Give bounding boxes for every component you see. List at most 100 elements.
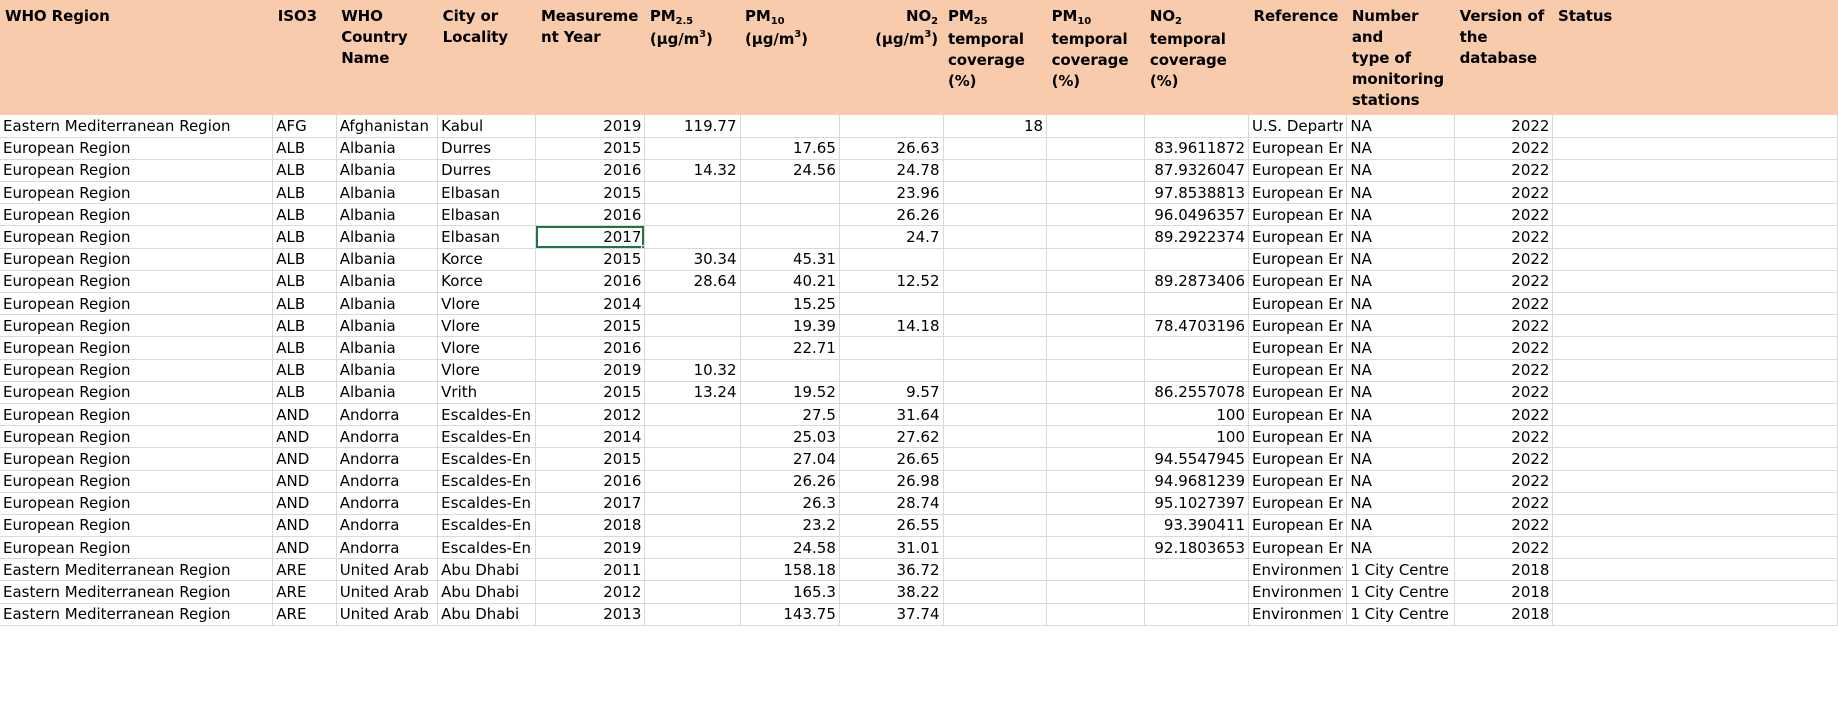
cell-db_version[interactable]: 2022 bbox=[1454, 536, 1554, 560]
cell-stations[interactable]: NA bbox=[1346, 514, 1456, 538]
cell-no2[interactable] bbox=[839, 248, 944, 271]
cell-pm10_cov[interactable] bbox=[1046, 558, 1146, 582]
cell-reference[interactable]: European Environment Agency bbox=[1248, 270, 1348, 294]
cell-no2_cov[interactable]: 93.390411 bbox=[1144, 514, 1250, 538]
cell-iso3[interactable]: AND bbox=[272, 425, 337, 449]
cell-reference[interactable]: European Environment Agency bbox=[1248, 292, 1348, 316]
cell-country[interactable]: United Arab Emirates bbox=[336, 603, 439, 626]
column-header-reference[interactable]: Reference bbox=[1248, 0, 1347, 115]
cell-year[interactable]: 2014 bbox=[535, 425, 646, 449]
cell-iso3[interactable]: ALB bbox=[272, 314, 337, 338]
cell-status[interactable] bbox=[1552, 514, 1838, 538]
cell-status[interactable] bbox=[1552, 359, 1838, 382]
cell-db_version[interactable]: 2022 bbox=[1454, 159, 1554, 183]
cell-no2[interactable]: 27.62 bbox=[839, 425, 944, 449]
cell-who_region[interactable]: European Region bbox=[0, 470, 274, 493]
cell-city[interactable]: Vlore bbox=[437, 336, 537, 360]
cell-city[interactable]: Vlore bbox=[437, 359, 537, 382]
cell-year[interactable]: 2015 bbox=[535, 248, 646, 271]
cell-reference[interactable]: European Environment Agency bbox=[1248, 425, 1348, 449]
cell-db_version[interactable]: 2022 bbox=[1454, 225, 1554, 249]
cell-iso3[interactable]: ARE bbox=[272, 558, 337, 582]
cell-pm10[interactable]: 26.3 bbox=[740, 492, 840, 515]
table-row[interactable]: European Region ALB Albania Elbasan 2017 24.7… bbox=[0, 225, 1838, 249]
cell-pm10[interactable] bbox=[740, 225, 840, 249]
cell-pm25_cov[interactable] bbox=[943, 292, 1048, 316]
cell-stations[interactable]: NA bbox=[1346, 425, 1456, 449]
cell-no2_cov[interactable]: 95.1027397 bbox=[1144, 492, 1250, 515]
cell-who_region[interactable]: European Region bbox=[0, 292, 274, 316]
cell-who_region[interactable]: European Region bbox=[0, 159, 274, 183]
cell-no2[interactable]: 9.57 bbox=[839, 381, 944, 404]
cell-city[interactable]: Durres bbox=[437, 159, 537, 183]
cell-year[interactable]: 2016 bbox=[535, 470, 646, 493]
cell-pm25[interactable]: 14.32 bbox=[644, 159, 741, 183]
cell-who_region[interactable]: Eastern Mediterranean Region bbox=[0, 580, 274, 604]
cell-year[interactable]: 2013 bbox=[535, 603, 646, 626]
cell-no2[interactable]: 26.65 bbox=[839, 447, 944, 471]
cell-who_region[interactable]: European Region bbox=[0, 536, 274, 560]
cell-pm10_cov[interactable] bbox=[1046, 159, 1146, 183]
cell-iso3[interactable]: ALB bbox=[272, 181, 337, 205]
cell-no2[interactable]: 14.18 bbox=[839, 314, 944, 338]
cell-pm25_cov[interactable] bbox=[943, 381, 1048, 404]
cell-iso3[interactable]: ALB bbox=[272, 336, 337, 360]
cell-city[interactable]: Elbasan bbox=[437, 225, 537, 249]
cell-reference[interactable]: European Environment Agency bbox=[1248, 225, 1348, 249]
cell-iso3[interactable]: AFG bbox=[272, 115, 337, 138]
cell-pm10[interactable]: 22.71 bbox=[740, 336, 840, 360]
cell-country[interactable]: United Arab Emirates bbox=[336, 580, 439, 604]
cell-no2_cov[interactable]: 96.0496357 bbox=[1144, 203, 1250, 227]
cell-status[interactable] bbox=[1552, 492, 1838, 515]
cell-country[interactable]: Andorra bbox=[336, 447, 439, 471]
cell-no2_cov[interactable]: 83.9611872 bbox=[1144, 137, 1250, 160]
table-row[interactable]: European Region ALB Albania Elbasan 2016 26.2… bbox=[0, 203, 1838, 227]
cell-pm10_cov[interactable] bbox=[1046, 603, 1146, 626]
cell-pm10[interactable] bbox=[740, 359, 840, 382]
cell-status[interactable] bbox=[1552, 203, 1838, 227]
cell-who_region[interactable]: European Region bbox=[0, 492, 274, 515]
cell-pm10_cov[interactable] bbox=[1046, 203, 1146, 227]
column-header-iso3[interactable]: ISO3 bbox=[272, 0, 337, 115]
cell-who_region[interactable]: European Region bbox=[0, 403, 274, 427]
cell-db_version[interactable]: 2022 bbox=[1454, 359, 1554, 382]
selected-cell[interactable]: 2017 bbox=[535, 225, 646, 249]
column-header-status[interactable]: Status bbox=[1552, 0, 1838, 115]
cell-iso3[interactable]: ALB bbox=[272, 225, 337, 249]
table-row[interactable]: European RegionANDAndorraEscaldes-Engord… bbox=[0, 514, 1838, 538]
cell-no2_cov[interactable]: 94.9681239 bbox=[1144, 470, 1250, 493]
cell-pm25[interactable] bbox=[644, 425, 741, 449]
cell-db_version[interactable]: 2022 bbox=[1454, 292, 1554, 316]
cell-pm10[interactable]: 27.04 bbox=[740, 447, 840, 471]
cell-stations[interactable]: NA bbox=[1346, 336, 1456, 360]
table-row[interactable]: European Region ALB Albania Vlore 2016 22.71 E… bbox=[0, 336, 1838, 360]
cell-country[interactable]: Albania bbox=[336, 336, 439, 360]
cell-no2_cov[interactable] bbox=[1144, 336, 1250, 360]
cell-year[interactable]: 2015 bbox=[535, 447, 646, 471]
cell-db_version[interactable]: 2022 bbox=[1454, 447, 1554, 471]
cell-no2[interactable]: 23.96 bbox=[839, 181, 944, 205]
table-row[interactable]: European Region ALB Albania Elbasan 2015 23.9… bbox=[0, 181, 1838, 205]
cell-reference[interactable]: European Environment Agency bbox=[1248, 137, 1348, 160]
cell-year[interactable]: 2014 bbox=[535, 292, 646, 316]
cell-who_region[interactable]: European Region bbox=[0, 270, 274, 294]
table-row[interactable]: Eastern Mediterranean Region AFG Afghanist… bbox=[0, 115, 1838, 138]
cell-pm25_cov[interactable] bbox=[943, 603, 1048, 626]
cell-db_version[interactable]: 2022 bbox=[1454, 137, 1554, 160]
cell-no2_cov[interactable]: 94.5547945 bbox=[1144, 447, 1250, 471]
cell-pm10[interactable]: 15.25 bbox=[740, 292, 840, 316]
cell-pm10[interactable]: 17.65 bbox=[740, 137, 840, 160]
cell-status[interactable] bbox=[1552, 603, 1838, 626]
cell-no2_cov[interactable]: 97.8538813 bbox=[1144, 181, 1250, 205]
cell-pm25[interactable] bbox=[644, 492, 741, 515]
column-header-country[interactable]: WHO Country Name bbox=[336, 0, 438, 115]
column-header-pm25_cov[interactable]: PM25 temporal coverage (%) bbox=[943, 0, 1047, 115]
cell-pm25_cov[interactable] bbox=[943, 137, 1048, 160]
column-header-pm10[interactable]: PM10 (µg/m3) bbox=[740, 0, 840, 115]
cell-iso3[interactable]: ALB bbox=[272, 248, 337, 271]
cell-db_version[interactable]: 2022 bbox=[1454, 381, 1554, 404]
cell-stations[interactable]: NA bbox=[1346, 359, 1456, 382]
cell-year[interactable]: 2011 bbox=[535, 558, 646, 582]
cell-pm10_cov[interactable] bbox=[1046, 425, 1146, 449]
cell-pm25[interactable] bbox=[644, 514, 741, 538]
